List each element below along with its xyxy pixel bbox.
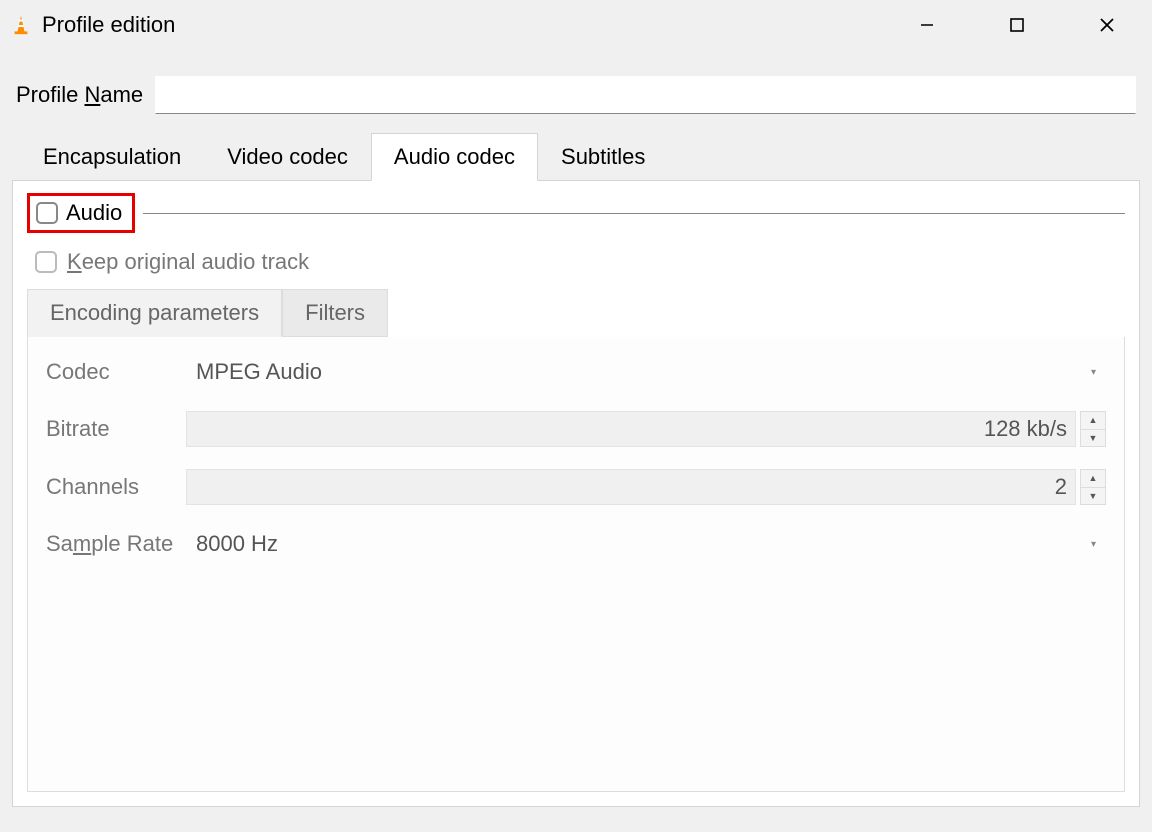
chevron-down-icon: ▾ xyxy=(1091,539,1096,550)
profile-name-row: Profile Name xyxy=(12,60,1140,132)
codec-combobox[interactable]: MPEG Audio ▾ xyxy=(186,355,1106,389)
channels-row: Channels 2 ▲ ▼ xyxy=(46,469,1106,505)
title-bar: Profile edition xyxy=(0,0,1152,50)
encoding-parameters-panel: Codec MPEG Audio ▾ Bitrate 128 kb/s ▲ xyxy=(27,337,1125,792)
channels-label: Channels xyxy=(46,474,186,500)
minimize-button[interactable] xyxy=(882,0,972,50)
bitrate-value: 128 kb/s xyxy=(984,416,1067,442)
window-title: Profile edition xyxy=(42,12,175,38)
audio-subtabs: Encoding parameters Filters xyxy=(27,289,1125,337)
spinner-down-icon[interactable]: ▼ xyxy=(1081,430,1105,447)
codec-row: Codec MPEG Audio ▾ xyxy=(46,355,1106,389)
keep-original-row: Keep original audio track xyxy=(35,249,1125,275)
codec-label: Codec xyxy=(46,359,186,385)
tab-audio-codec[interactable]: Audio codec xyxy=(371,133,538,181)
bitrate-spinner[interactable]: ▲ ▼ xyxy=(1080,411,1106,447)
sample-rate-label: Sample Rate xyxy=(46,531,186,557)
maximize-button[interactable] xyxy=(972,0,1062,50)
tab-video-codec[interactable]: Video codec xyxy=(204,133,371,181)
audio-group-header: Audio xyxy=(27,193,1125,233)
close-icon xyxy=(1099,17,1115,33)
subtab-filters[interactable]: Filters xyxy=(282,289,388,337)
profile-name-input[interactable] xyxy=(155,76,1136,114)
sample-rate-row: Sample Rate 8000 Hz ▾ xyxy=(46,527,1106,561)
maximize-icon xyxy=(1009,17,1025,33)
channels-value: 2 xyxy=(1055,474,1067,500)
audio-checkbox-highlight: Audio xyxy=(27,193,135,233)
sample-rate-value: 8000 Hz xyxy=(196,531,278,557)
group-divider xyxy=(143,213,1125,214)
channels-input[interactable]: 2 xyxy=(186,469,1076,505)
bitrate-label: Bitrate xyxy=(46,416,186,442)
tab-encapsulation[interactable]: Encapsulation xyxy=(20,133,204,181)
profile-name-label: Profile Name xyxy=(16,82,143,108)
close-button[interactable] xyxy=(1062,0,1152,50)
tab-subtitles[interactable]: Subtitles xyxy=(538,133,668,181)
audio-group-label: Audio xyxy=(66,200,122,226)
vlc-cone-icon xyxy=(8,12,34,38)
bitrate-row: Bitrate 128 kb/s ▲ ▼ xyxy=(46,411,1106,447)
chevron-down-icon: ▾ xyxy=(1091,367,1096,378)
main-tabbar: Encapsulation Video codec Audio codec Su… xyxy=(12,132,1140,180)
subtab-encoding-parameters[interactable]: Encoding parameters xyxy=(27,289,282,337)
spinner-up-icon[interactable]: ▲ xyxy=(1081,470,1105,488)
codec-value: MPEG Audio xyxy=(196,359,322,385)
spinner-up-icon[interactable]: ▲ xyxy=(1081,412,1105,430)
keep-original-label: Keep original audio track xyxy=(67,249,309,275)
channels-spinner[interactable]: ▲ ▼ xyxy=(1080,469,1106,505)
keep-original-checkbox[interactable] xyxy=(35,251,57,273)
audio-enable-checkbox[interactable] xyxy=(36,202,58,224)
spinner-down-icon[interactable]: ▼ xyxy=(1081,488,1105,505)
audio-codec-panel: Audio Keep original audio track Encoding… xyxy=(12,180,1140,807)
bitrate-input[interactable]: 128 kb/s xyxy=(186,411,1076,447)
minimize-icon xyxy=(920,18,934,32)
sample-rate-combobox[interactable]: 8000 Hz ▾ xyxy=(186,527,1106,561)
